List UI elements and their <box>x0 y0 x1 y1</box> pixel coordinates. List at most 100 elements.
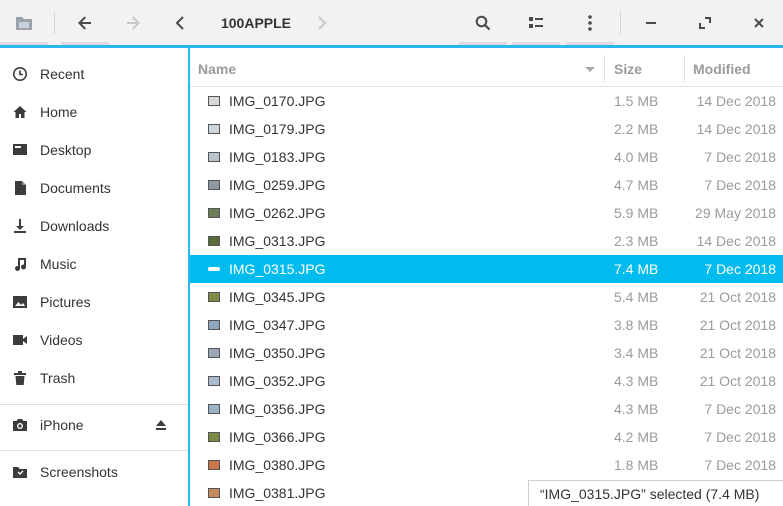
sidebar-item-iphone[interactable]: iPhone <box>0 407 188 443</box>
table-row[interactable]: IMG_0350.JPG 3.4 MB 21 Oct 2018 <box>190 339 783 367</box>
header-bar: 100APPLE <box>0 0 783 48</box>
video-icon <box>13 335 27 345</box>
sidebar-item-label: Documents <box>40 180 111 196</box>
toolbar-separator <box>620 12 621 34</box>
sidebar-item-pictures[interactable]: Pictures <box>0 284 188 320</box>
image-file-icon <box>208 348 220 358</box>
sidebar-item-recent[interactable]: Recent <box>0 56 188 92</box>
image-file-icon <box>208 292 220 302</box>
table-row[interactable]: IMG_0179.JPG 2.2 MB 14 Dec 2018 <box>190 115 783 143</box>
sidebar-item-label: Pictures <box>40 294 91 310</box>
file-size: 3.4 MB <box>614 345 659 361</box>
close-button[interactable] <box>735 0 783 45</box>
sidebar-item-label: Downloads <box>40 218 110 234</box>
table-row[interactable]: IMG_0183.JPG 4.0 MB 7 Dec 2018 <box>190 143 783 171</box>
column-header-label: Modified <box>693 61 751 77</box>
camera-icon <box>13 419 27 431</box>
table-row[interactable]: IMG_0345.JPG 5.4 MB 21 Oct 2018 <box>190 283 783 311</box>
file-name: IMG_0179.JPG <box>229 121 326 137</box>
selection-status: “IMG_0315.JPG” selected (7.4 MB) <box>528 480 783 506</box>
minimize-button[interactable] <box>627 0 675 45</box>
music-icon <box>15 258 26 271</box>
sidebar-item-label: iPhone <box>40 417 84 433</box>
chevron-right-icon <box>317 15 326 30</box>
sidebar-item-screenshots[interactable]: Screenshots <box>0 454 188 490</box>
chevron-left-icon <box>175 15 184 30</box>
column-separator[interactable] <box>684 55 685 83</box>
file-modified: 7 Dec 2018 <box>704 457 776 473</box>
sidebar-item-label: Home <box>40 104 78 120</box>
file-name: IMG_0315.JPG <box>229 261 326 277</box>
file-size: 3.8 MB <box>614 317 659 333</box>
file-modified: 7 Dec 2018 <box>704 401 776 417</box>
table-header: Name Size Modified <box>190 51 783 87</box>
file-modified: 14 Dec 2018 <box>696 121 776 137</box>
back-button[interactable] <box>61 0 109 45</box>
breadcrumb-back-button[interactable] <box>163 0 197 45</box>
file-modified: 7 Dec 2018 <box>704 149 776 165</box>
search-button[interactable] <box>459 0 507 45</box>
places-button[interactable] <box>0 0 48 45</box>
table-row[interactable]: IMG_0347.JPG 3.8 MB 21 Oct 2018 <box>190 311 783 339</box>
sidebar-item-videos[interactable]: Videos <box>0 322 188 358</box>
breadcrumb-forward-button[interactable] <box>305 0 338 45</box>
sidebar-item-downloads[interactable]: Downloads <box>0 208 188 244</box>
file-modified: 29 May 2018 <box>695 205 776 221</box>
image-file-icon <box>208 124 220 134</box>
file-size: 4.2 MB <box>614 429 659 445</box>
sidebar-item-label: Screenshots <box>40 464 118 480</box>
table-row[interactable]: IMG_0259.JPG 4.7 MB 7 Dec 2018 <box>190 171 783 199</box>
maximize-button[interactable] <box>681 0 729 45</box>
table-row[interactable]: IMG_0313.JPG 2.3 MB 14 Dec 2018 <box>190 227 783 255</box>
sidebar-item-documents[interactable]: Documents <box>0 170 188 206</box>
column-separator[interactable] <box>604 55 605 83</box>
sidebar-item-trash[interactable]: Trash <box>0 360 188 396</box>
column-header-size[interactable]: Size <box>614 51 684 87</box>
column-header-name[interactable]: Name <box>198 51 608 87</box>
file-modified: 21 Oct 2018 <box>699 345 776 361</box>
image-file-icon <box>208 460 220 470</box>
table-row[interactable]: IMG_0356.JPG 4.3 MB 7 Dec 2018 <box>190 395 783 423</box>
file-size: 4.7 MB <box>614 177 659 193</box>
image-file-icon <box>208 96 220 106</box>
sidebar-item-music[interactable]: Music <box>0 246 188 282</box>
view-toggle-button[interactable] <box>512 0 560 45</box>
file-size: 1.8 MB <box>614 457 659 473</box>
file-modified: 7 Dec 2018 <box>704 177 776 193</box>
file-name: IMG_0347.JPG <box>229 317 326 333</box>
eject-icon[interactable] <box>154 418 168 432</box>
file-name: IMG_0380.JPG <box>229 457 326 473</box>
download-icon <box>14 219 26 233</box>
table-row[interactable]: IMG_0366.JPG 4.2 MB 7 Dec 2018 <box>190 423 783 451</box>
column-header-label: Size <box>614 61 643 77</box>
menu-button[interactable] <box>566 0 614 45</box>
desktop-icon <box>13 144 27 155</box>
arrow-left-icon <box>78 15 91 30</box>
breadcrumb-current[interactable]: 100APPLE <box>196 0 316 45</box>
sidebar-separator <box>0 450 188 451</box>
document-icon <box>15 181 26 195</box>
table-row[interactable]: IMG_0315.JPG 7.4 MB 7 Dec 2018 <box>190 255 783 283</box>
image-file-icon <box>208 180 220 190</box>
table-row[interactable]: IMG_0380.JPG 1.8 MB 7 Dec 2018 <box>190 451 783 479</box>
image-file-icon <box>208 432 220 442</box>
sidebar-item-label: Videos <box>40 332 83 348</box>
image-file-icon <box>208 488 220 498</box>
column-header-label: Name <box>198 61 237 77</box>
file-name: IMG_0259.JPG <box>229 177 326 193</box>
file-name: IMG_0183.JPG <box>229 149 326 165</box>
file-modified: 14 Dec 2018 <box>696 233 776 249</box>
image-icon <box>13 296 27 308</box>
sidebar-item-home[interactable]: Home <box>0 94 188 130</box>
sidebar-item-desktop[interactable]: Desktop <box>0 132 188 168</box>
image-file-icon <box>208 404 220 414</box>
file-size: 1.5 MB <box>614 93 659 109</box>
folder-icon <box>16 16 32 30</box>
table-row[interactable]: IMG_0352.JPG 4.3 MB 21 Oct 2018 <box>190 367 783 395</box>
file-modified: 7 Dec 2018 <box>704 261 776 277</box>
file-name: IMG_0313.JPG <box>229 233 326 249</box>
table-row[interactable]: IMG_0262.JPG 5.9 MB 29 May 2018 <box>190 199 783 227</box>
column-header-modified[interactable]: Modified <box>693 51 783 87</box>
table-row[interactable]: IMG_0170.JPG 1.5 MB 14 Dec 2018 <box>190 87 783 115</box>
forward-button[interactable] <box>109 0 157 45</box>
